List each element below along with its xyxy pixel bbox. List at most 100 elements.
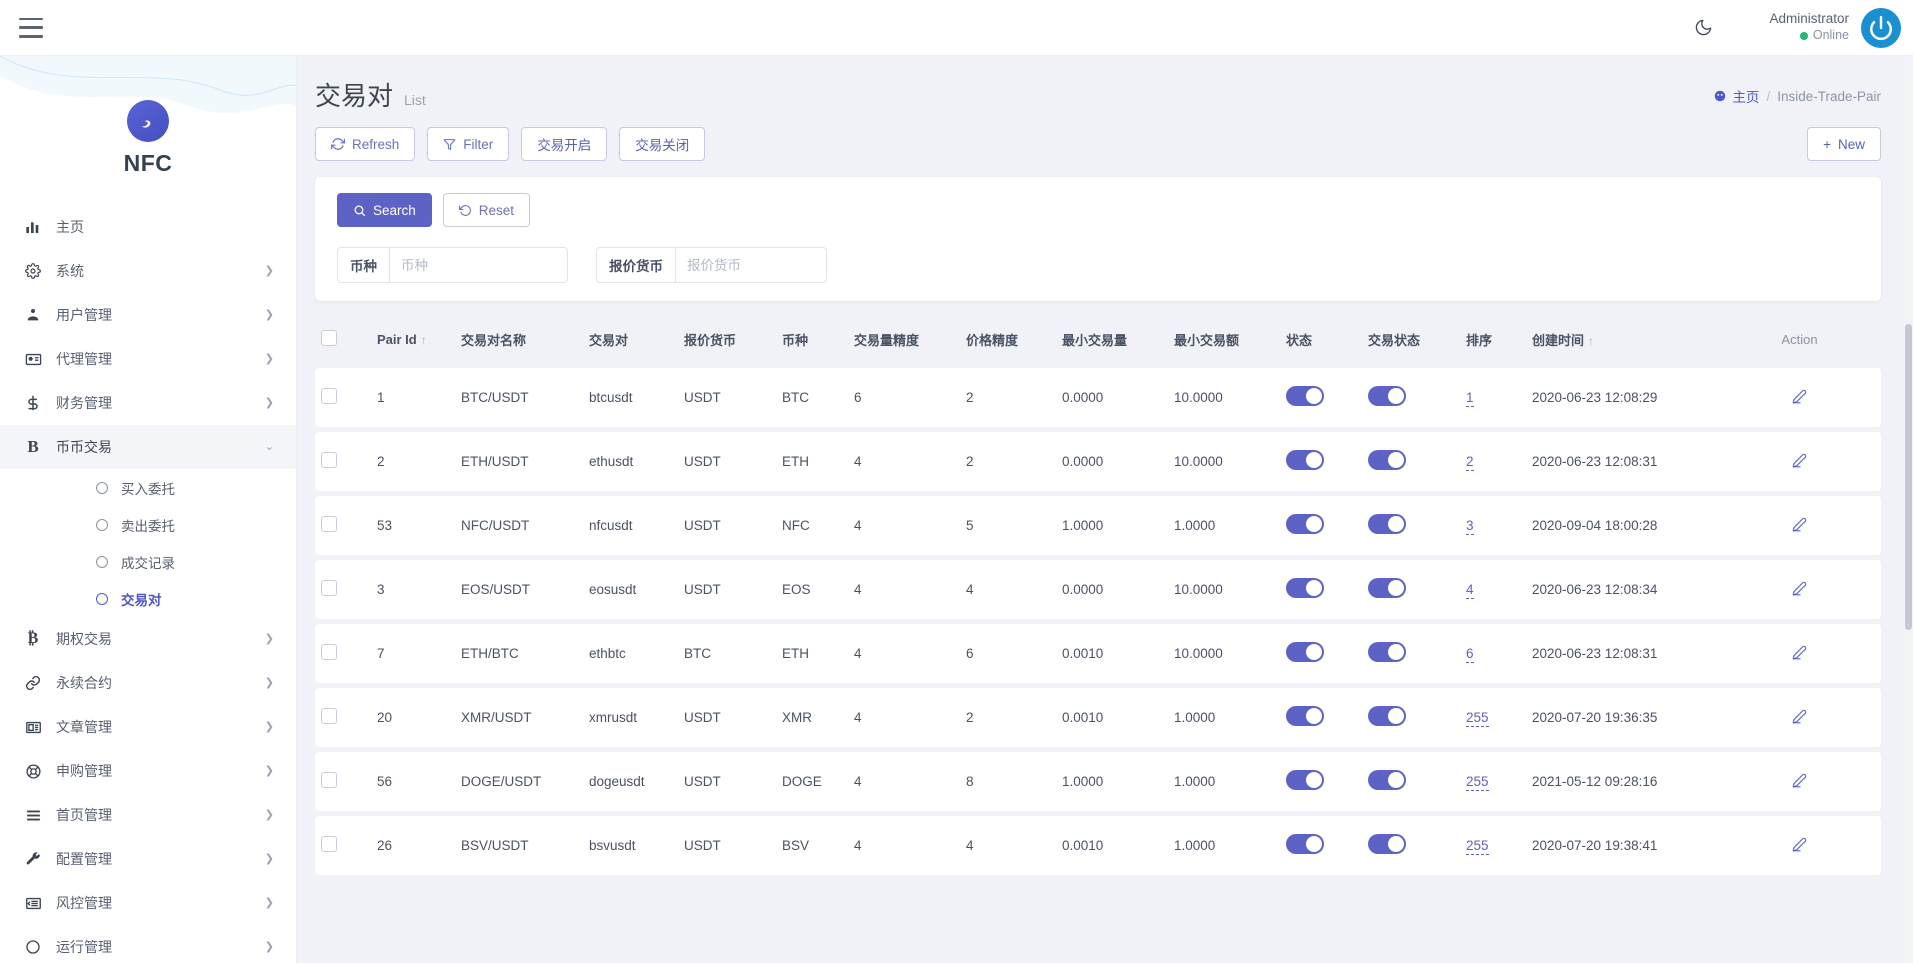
cell-status[interactable] (1280, 816, 1362, 875)
trade-status-toggle[interactable] (1368, 386, 1406, 406)
cell-trade-status[interactable] (1362, 624, 1460, 683)
cell-action[interactable] (1718, 816, 1881, 875)
cell-action[interactable] (1718, 688, 1881, 747)
status-toggle[interactable] (1286, 514, 1324, 534)
row-checkbox[interactable] (321, 836, 337, 852)
status-toggle[interactable] (1286, 450, 1324, 470)
cell-trade-status[interactable] (1362, 752, 1460, 811)
cell-trade-status[interactable] (1362, 560, 1460, 619)
sidebar-item-finance-management[interactable]: 财务管理 ❯ (0, 381, 296, 425)
cell-status[interactable] (1280, 624, 1362, 683)
trade-close-button[interactable]: 交易关闭 (619, 127, 706, 161)
sidebar-subitem-trade-records[interactable]: 成交记录 (0, 543, 296, 580)
cell-sort[interactable]: 3 (1460, 496, 1526, 555)
row-checkbox[interactable] (321, 580, 337, 596)
sort-value-link[interactable]: 6 (1466, 646, 1474, 663)
vertical-scrollbar[interactable] (1904, 56, 1913, 963)
sidebar-item-perpetual-contract[interactable]: 永续合约 ❯ (0, 661, 296, 705)
coin-filter-input[interactable] (390, 248, 567, 282)
user-info[interactable]: Administrator Online (1769, 11, 1849, 44)
sidebar-item-operation-management[interactable]: 运行管理 ❯ (0, 925, 296, 963)
edit-icon[interactable] (1792, 645, 1807, 660)
row-checkbox[interactable] (321, 388, 337, 404)
moon-icon[interactable] (1683, 8, 1723, 48)
table-row[interactable]: 26 BSV/USDT bsvusdt USDT BSV 4 4 0.0010 1.0000 25… (315, 816, 1881, 875)
trade-status-toggle[interactable] (1368, 834, 1406, 854)
cell-sort[interactable]: 255 (1460, 688, 1526, 747)
reset-button[interactable]: Reset (442, 193, 531, 227)
row-checkbox-cell[interactable] (315, 560, 371, 619)
cell-sort[interactable]: 255 (1460, 752, 1526, 811)
scrollbar-thumb[interactable] (1905, 324, 1912, 630)
edit-icon[interactable] (1792, 581, 1807, 596)
col-pair-id[interactable]: Pair Id ↑ (371, 320, 455, 363)
cell-action[interactable] (1718, 496, 1881, 555)
trade-status-toggle[interactable] (1368, 450, 1406, 470)
status-toggle[interactable] (1286, 834, 1324, 854)
cell-sort[interactable]: 1 (1460, 368, 1526, 427)
cell-action[interactable] (1718, 624, 1881, 683)
sort-value-link[interactable]: 3 (1466, 518, 1474, 535)
sidebar-subitem-trade-pair[interactable]: 交易对 (0, 580, 296, 617)
edit-icon[interactable] (1792, 389, 1807, 404)
hamburger-menu-icon[interactable] (19, 17, 43, 38)
cell-trade-status[interactable] (1362, 432, 1460, 491)
cell-trade-status[interactable] (1362, 688, 1460, 747)
status-toggle[interactable] (1286, 578, 1324, 598)
sidebar-item-option-trade[interactable]: ₿ 期权交易 ❯ (0, 617, 296, 661)
trade-status-toggle[interactable] (1368, 578, 1406, 598)
row-checkbox[interactable] (321, 772, 337, 788)
select-all-checkbox[interactable] (321, 330, 337, 346)
col-created-time[interactable]: 创建时间 ↑ (1526, 320, 1718, 363)
sidebar-item-article-management[interactable]: 文章管理 ❯ (0, 705, 296, 749)
row-checkbox[interactable] (321, 452, 337, 468)
refresh-button[interactable]: Refresh (315, 127, 416, 161)
row-checkbox-cell[interactable] (315, 368, 371, 427)
sort-value-link[interactable]: 255 (1466, 774, 1489, 791)
edit-icon[interactable] (1792, 709, 1807, 724)
sidebar-item-system[interactable]: 系统 ❯ (0, 249, 296, 293)
cell-status[interactable] (1280, 496, 1362, 555)
cell-sort[interactable]: 6 (1460, 624, 1526, 683)
avatar[interactable] (1861, 7, 1901, 48)
cell-action[interactable] (1718, 368, 1881, 427)
table-row[interactable]: 1 BTC/USDT btcusdt USDT BTC 6 2 0.0000 10.0000 1 2… (315, 368, 1881, 427)
edit-icon[interactable] (1792, 837, 1807, 852)
status-toggle[interactable] (1286, 642, 1324, 662)
cell-action[interactable] (1718, 432, 1881, 491)
sidebar-item-homepage-management[interactable]: 首页管理 ❯ (0, 793, 296, 837)
row-checkbox-cell[interactable] (315, 752, 371, 811)
cell-trade-status[interactable] (1362, 368, 1460, 427)
cell-status[interactable] (1280, 560, 1362, 619)
trade-status-toggle[interactable] (1368, 642, 1406, 662)
cell-action[interactable] (1718, 560, 1881, 619)
trade-status-toggle[interactable] (1368, 706, 1406, 726)
trade-open-button[interactable]: 交易开启 (521, 127, 608, 161)
row-checkbox[interactable] (321, 516, 337, 532)
trade-status-toggle[interactable] (1368, 514, 1406, 534)
status-toggle[interactable] (1286, 386, 1324, 406)
sidebar-subitem-buy-orders[interactable]: 买入委托 (0, 469, 296, 506)
sidebar-item-coin-trade[interactable]: B 币币交易 ⌄ (0, 425, 296, 469)
sort-value-link[interactable]: 4 (1466, 582, 1474, 599)
status-toggle[interactable] (1286, 706, 1324, 726)
row-checkbox-cell[interactable] (315, 432, 371, 491)
row-checkbox-cell[interactable] (315, 816, 371, 875)
new-button[interactable]: + New (1807, 127, 1881, 161)
edit-icon[interactable] (1792, 773, 1807, 788)
cell-status[interactable] (1280, 432, 1362, 491)
cell-action[interactable] (1718, 752, 1881, 811)
table-row[interactable]: 2 ETH/USDT ethusdt USDT ETH 4 2 0.0000 10.0000 2 2… (315, 432, 1881, 491)
breadcrumb-home-link[interactable]: 主页 (1713, 86, 1759, 106)
cell-status[interactable] (1280, 688, 1362, 747)
sort-value-link[interactable]: 2 (1466, 454, 1474, 471)
row-checkbox-cell[interactable] (315, 496, 371, 555)
cell-sort[interactable]: 4 (1460, 560, 1526, 619)
row-checkbox-cell[interactable] (315, 688, 371, 747)
sidebar-item-home[interactable]: 主页 (0, 205, 296, 249)
table-row[interactable]: 7 ETH/BTC ethbtc BTC ETH 4 6 0.0010 10.0000 6 2020… (315, 624, 1881, 683)
cell-sort[interactable]: 2 (1460, 432, 1526, 491)
sidebar-item-agent-management[interactable]: 代理管理 ❯ (0, 337, 296, 381)
sort-value-link[interactable]: 255 (1466, 838, 1489, 855)
trade-status-toggle[interactable] (1368, 770, 1406, 790)
